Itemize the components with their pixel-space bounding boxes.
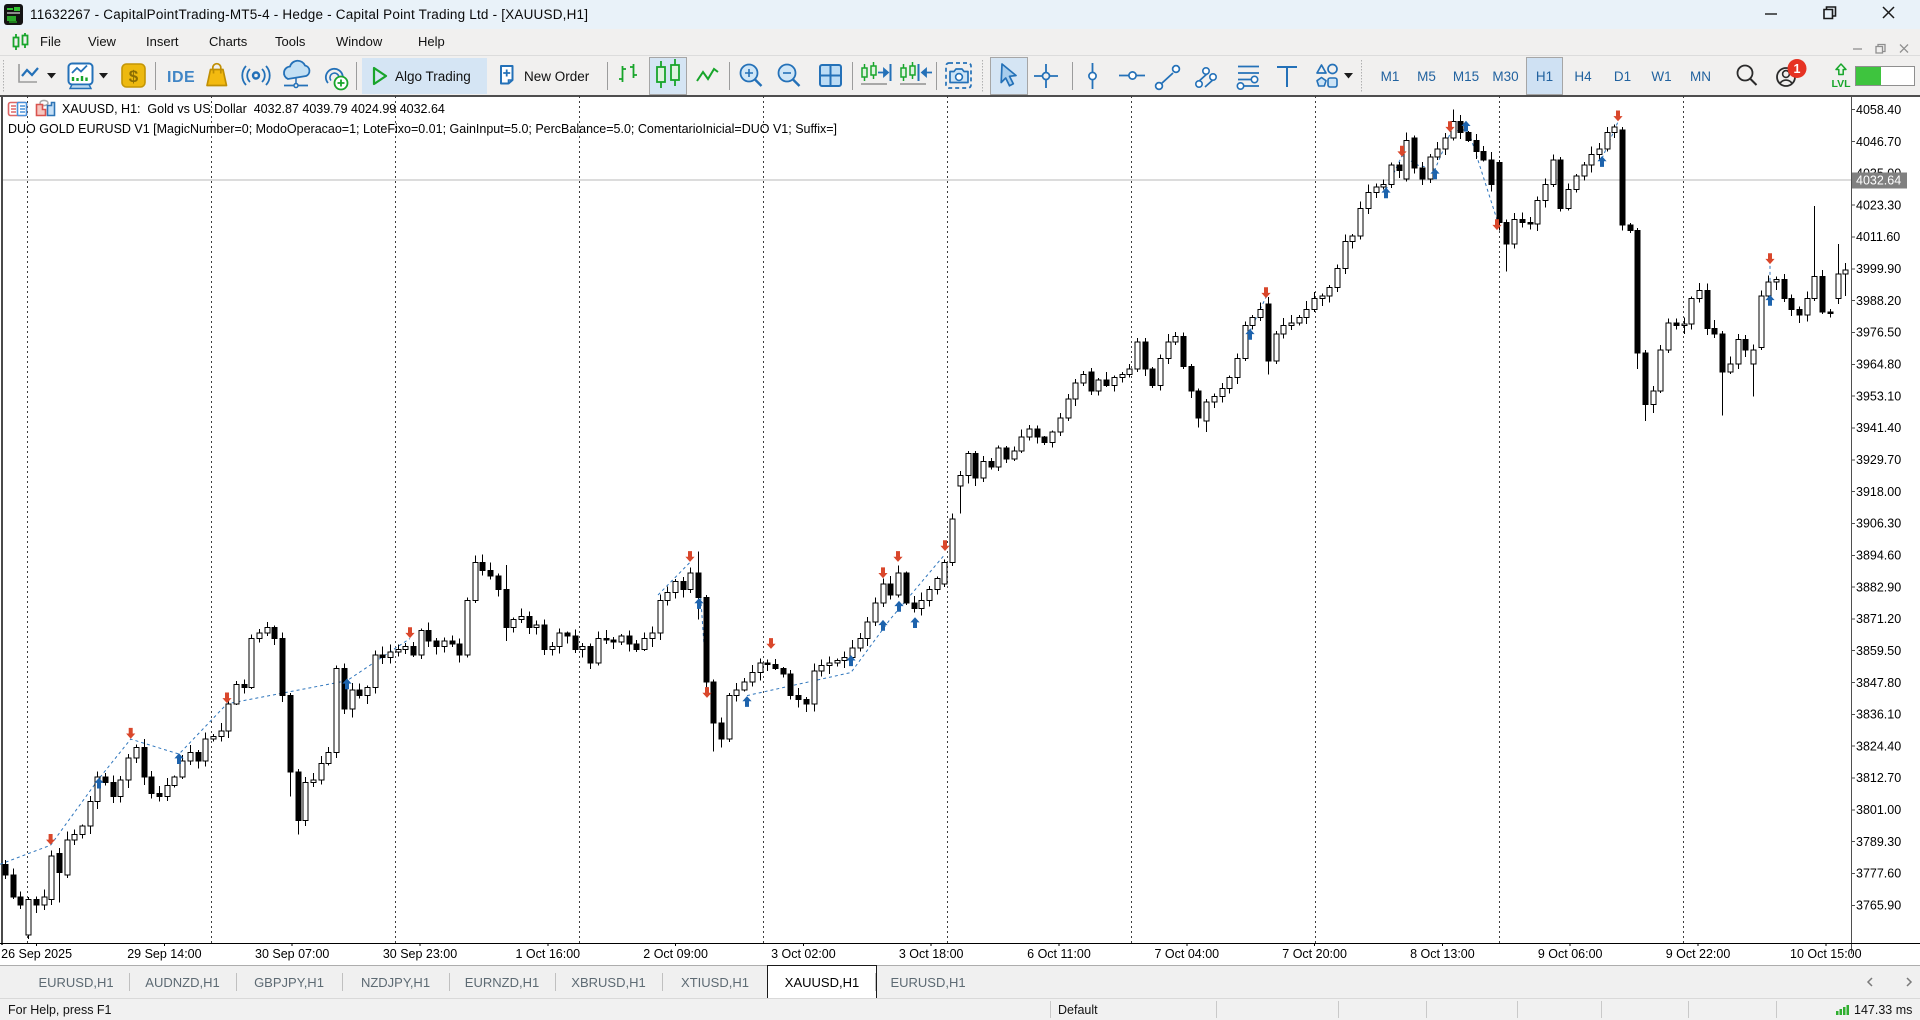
svg-text:LVL: LVL [1831,78,1851,90]
svg-text:M15: M15 [1453,69,1479,84]
svg-text:4032.64: 4032.64 [1856,173,1901,187]
svg-text:H1: H1 [1536,69,1553,84]
svg-text:30 Sep 23:00: 30 Sep 23:00 [383,947,457,961]
svg-text:26 Sep 2025: 26 Sep 2025 [1,947,72,961]
svg-text:3988.20: 3988.20 [1856,294,1901,308]
svg-text:Algo Trading: Algo Trading [395,69,471,84]
svg-text:9 Oct 06:00: 9 Oct 06:00 [1538,947,1603,961]
svg-text:1 Oct 16:00: 1 Oct 16:00 [515,947,580,961]
svg-text:4046.70: 4046.70 [1856,135,1901,149]
svg-text:3882.90: 3882.90 [1856,580,1901,594]
svg-text:XAUUSD, H1: Gold vs US Dollar: XAUUSD, H1: Gold vs US Dollar 4032.87 40… [62,102,445,116]
svg-text:6 Oct 11:00: 6 Oct 11:00 [1027,947,1091,961]
svg-text:3859.50: 3859.50 [1856,644,1901,658]
svg-text:3894.60: 3894.60 [1856,549,1901,563]
svg-text:3765.90: 3765.90 [1856,899,1901,913]
svg-text:7 Oct 20:00: 7 Oct 20:00 [1282,947,1347,961]
svg-text:3964.80: 3964.80 [1856,358,1901,372]
svg-text:4058.40: 4058.40 [1856,103,1901,117]
svg-text:3871.20: 3871.20 [1856,612,1901,626]
svg-text:3847.80: 3847.80 [1856,676,1901,690]
svg-text:3941.40: 3941.40 [1856,421,1901,435]
svg-text:3929.70: 3929.70 [1856,453,1901,467]
svg-text:3824.40: 3824.40 [1856,739,1901,753]
svg-text:3999.90: 3999.90 [1856,262,1901,276]
svg-text:3777.60: 3777.60 [1856,867,1901,881]
svg-text:3 Oct 18:00: 3 Oct 18:00 [899,947,964,961]
svg-text:2 Oct 09:00: 2 Oct 09:00 [643,947,708,961]
svg-text:4023.30: 4023.30 [1856,198,1901,212]
svg-text:D1: D1 [1614,69,1631,84]
svg-text:3 Oct 02:00: 3 Oct 02:00 [771,947,836,961]
svg-text:3918.00: 3918.00 [1856,485,1901,499]
svg-text:DUO GOLD EURUSD V1 [MagicNumbe: DUO GOLD EURUSD V1 [MagicNumber=0; ModoO… [8,122,837,136]
svg-text:$: $ [129,67,139,86]
svg-text:4011.60: 4011.60 [1856,230,1900,244]
svg-text:M30: M30 [1492,69,1518,84]
svg-text:3801.00: 3801.00 [1856,803,1901,817]
svg-text:3953.10: 3953.10 [1856,389,1901,403]
svg-text:3836.10: 3836.10 [1856,708,1901,722]
svg-text:3906.30: 3906.30 [1856,517,1901,531]
svg-text:9 Oct 22:00: 9 Oct 22:00 [1666,947,1731,961]
svg-text:3789.30: 3789.30 [1856,835,1901,849]
svg-text:1: 1 [1794,62,1801,76]
svg-text:29 Sep 14:00: 29 Sep 14:00 [127,947,201,961]
svg-text:8 Oct 13:00: 8 Oct 13:00 [1410,947,1475,961]
svg-text:W1: W1 [1651,69,1671,84]
svg-text:3812.70: 3812.70 [1856,771,1901,785]
svg-text:MN: MN [1690,69,1711,84]
svg-text:New Order: New Order [524,69,590,84]
svg-text:M5: M5 [1417,69,1436,84]
svg-text:3976.50: 3976.50 [1856,326,1901,340]
svg-text:10 Oct 15:00: 10 Oct 15:00 [1790,947,1862,961]
svg-text:M1: M1 [1381,69,1400,84]
svg-text:30 Sep 07:00: 30 Sep 07:00 [255,947,329,961]
svg-text:H4: H4 [1574,69,1592,84]
svg-text:IDE: IDE [167,69,195,86]
svg-text:7 Oct 04:00: 7 Oct 04:00 [1154,947,1219,961]
